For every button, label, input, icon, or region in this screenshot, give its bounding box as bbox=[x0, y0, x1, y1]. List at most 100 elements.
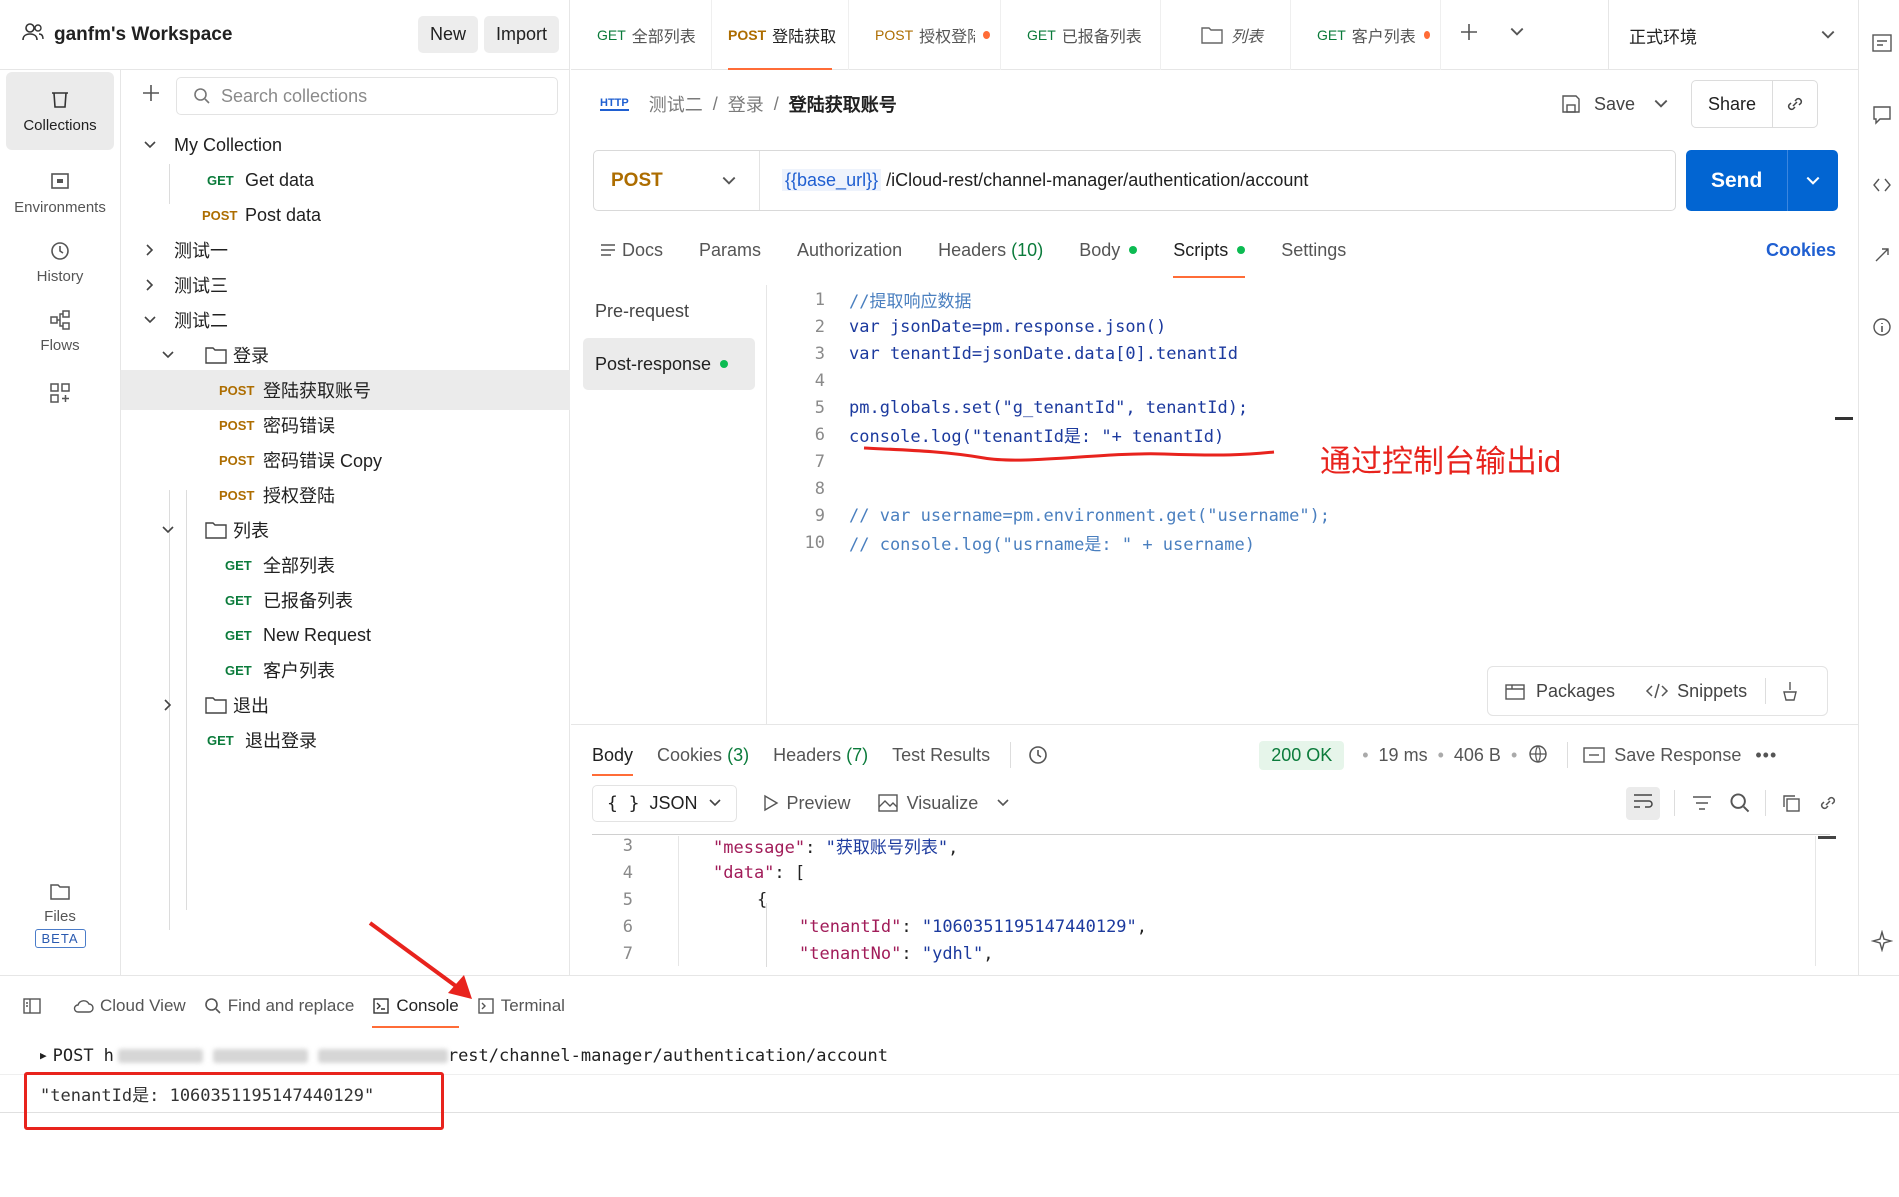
tree-folder-3[interactable]: 测试三 bbox=[121, 265, 570, 305]
link-icon[interactable] bbox=[1818, 793, 1838, 813]
resp-tab-body[interactable]: Body bbox=[592, 745, 634, 776]
rail-environments[interactable]: Environments bbox=[6, 154, 114, 232]
breadcrumb-item[interactable]: 测试二 bbox=[649, 91, 703, 117]
send-button[interactable]: Send bbox=[1686, 150, 1838, 211]
tab-label: Cookies bbox=[657, 744, 723, 765]
method-select[interactable]: POST bbox=[594, 151, 760, 210]
resp-tab-tests[interactable]: Test Results bbox=[892, 745, 990, 766]
tree-folder-2[interactable]: 测试二 bbox=[121, 300, 570, 340]
add-collection-icon[interactable] bbox=[141, 83, 161, 108]
json-key: "message" bbox=[713, 838, 806, 858]
tab-request-active[interactable]: POST 登陆获取 bbox=[712, 0, 849, 70]
tree-list-req-1[interactable]: GET 全部列表 bbox=[121, 545, 570, 585]
format-select[interactable]: { } JSON bbox=[592, 784, 737, 822]
rail-collections[interactable]: Collections bbox=[6, 72, 114, 150]
code-icon[interactable] bbox=[1871, 32, 1893, 54]
visualize-button[interactable]: Visualize bbox=[907, 793, 979, 814]
rail-history[interactable]: History bbox=[6, 223, 114, 301]
chevron-down-icon bbox=[144, 141, 156, 149]
tree-login-req-3[interactable]: POST 密码错误 Copy bbox=[121, 440, 570, 480]
tree-get-data[interactable]: GET Get data bbox=[121, 160, 570, 200]
response-size[interactable]: 406 B bbox=[1454, 745, 1501, 766]
import-button[interactable]: Import bbox=[483, 16, 559, 53]
cloud-view-button[interactable]: Cloud View bbox=[72, 976, 186, 1036]
find-replace-button[interactable]: Find and replace bbox=[204, 976, 354, 1036]
tab-method: GET bbox=[1027, 26, 1056, 43]
tab-headers[interactable]: Headers (10) bbox=[938, 230, 1043, 270]
code-snippet-icon[interactable] bbox=[1871, 174, 1893, 196]
console-request-row[interactable]: ▶ POST h rest/channel-manager/authentica… bbox=[0, 1037, 1899, 1075]
response-body[interactable]: 3 "message": "获取账号列表", 4 "data": [ 5 { 6 "te… bbox=[592, 832, 1822, 972]
response-time[interactable]: 19 ms bbox=[1379, 745, 1428, 766]
terminal-button[interactable]: Terminal bbox=[477, 976, 565, 1036]
tree-login-req-2[interactable]: POST 密码错误 bbox=[121, 405, 570, 445]
tree-logout-req[interactable]: GET 退出登录 bbox=[121, 720, 570, 760]
tree-list-req-4[interactable]: GET 客户列表 bbox=[121, 650, 570, 690]
tree-login-req-1[interactable]: POST 登陆获取账号 bbox=[121, 370, 570, 410]
save-button[interactable]: Save bbox=[1594, 94, 1635, 115]
tree-logout-folder[interactable]: 退出 bbox=[121, 685, 570, 725]
related-icon[interactable] bbox=[1871, 244, 1893, 266]
comments-icon[interactable] bbox=[1871, 104, 1893, 126]
packages-button[interactable]: Packages bbox=[1536, 681, 1615, 702]
tab-params[interactable]: Params bbox=[699, 230, 761, 270]
save-response-button[interactable]: Save Response bbox=[1614, 745, 1741, 766]
info-icon[interactable] bbox=[1871, 316, 1893, 338]
tab-authorization[interactable]: Authorization bbox=[797, 230, 902, 270]
rail-apps[interactable] bbox=[6, 370, 114, 422]
tree-login-req-4[interactable]: POST 授权登陆 bbox=[121, 475, 570, 515]
tree-list-req-2[interactable]: GET 已报备列表 bbox=[121, 580, 570, 620]
environment-selector[interactable]: 正式环境 bbox=[1608, 0, 1858, 70]
breadcrumb-item[interactable]: 登录 bbox=[728, 91, 764, 117]
workspace-title[interactable]: ganfm's Workspace bbox=[54, 24, 412, 46]
save-dropdown-icon[interactable] bbox=[1653, 96, 1669, 112]
tree-list-req-3[interactable]: GET New Request bbox=[121, 615, 570, 655]
tab-body[interactable]: Body bbox=[1079, 230, 1138, 270]
chevron-down-icon[interactable] bbox=[996, 796, 1010, 810]
rail-files[interactable]: Files BETA bbox=[6, 865, 114, 965]
rail-flows[interactable]: Flows bbox=[6, 292, 114, 370]
clean-icon[interactable] bbox=[1778, 680, 1800, 702]
resp-tab-headers[interactable]: Headers (7) bbox=[773, 745, 868, 766]
more-options-icon[interactable]: ••• bbox=[1755, 745, 1777, 766]
tree-post-data[interactable]: POST Post data bbox=[121, 195, 570, 235]
tabs-dropdown-icon[interactable] bbox=[1509, 24, 1525, 45]
script-editor[interactable]: 1 //提取响应数据 2 var jsonDate=pm.response.json… bbox=[767, 286, 1842, 556]
status-badge[interactable]: 200 OK bbox=[1259, 740, 1345, 770]
link-icon[interactable] bbox=[1785, 94, 1805, 114]
search-input[interactable]: Search collections bbox=[176, 77, 558, 115]
tree-my-collection[interactable]: My Collection bbox=[121, 125, 570, 165]
tree-login-folder[interactable]: 登录 bbox=[121, 335, 570, 375]
wrap-lines-icon[interactable] bbox=[1626, 786, 1660, 820]
search-icon[interactable] bbox=[1729, 792, 1751, 814]
tree-folder-1[interactable]: 测试一 bbox=[121, 230, 570, 270]
tab-request[interactable]: GET 全部列表 bbox=[571, 0, 712, 70]
cookies-link[interactable]: Cookies bbox=[1766, 240, 1836, 261]
send-dropdown-icon[interactable] bbox=[1805, 173, 1821, 189]
new-tab-icon[interactable] bbox=[1459, 22, 1479, 47]
breadcrumb-current[interactable]: 登陆获取账号 bbox=[789, 91, 897, 117]
new-button[interactable]: New bbox=[417, 16, 478, 53]
copy-icon[interactable] bbox=[1780, 792, 1802, 814]
tab-request[interactable]: GET 已报备列表 bbox=[1001, 0, 1161, 70]
ai-sparkle-icon[interactable] bbox=[1871, 930, 1893, 952]
filter-icon[interactable] bbox=[1691, 793, 1713, 813]
tab-settings[interactable]: Settings bbox=[1281, 230, 1346, 270]
resp-tab-cookies[interactable]: Cookies (3) bbox=[657, 745, 749, 766]
tree-list-folder[interactable]: 列表 bbox=[121, 510, 570, 550]
tab-folder[interactable]: 列表 bbox=[1161, 0, 1291, 70]
preview-button[interactable]: Preview bbox=[787, 793, 851, 814]
json-punct: : [ bbox=[774, 862, 806, 883]
sidebar-toggle-icon[interactable] bbox=[22, 997, 42, 1015]
tab-scripts[interactable]: Scripts bbox=[1173, 230, 1246, 278]
history-icon[interactable] bbox=[1027, 744, 1049, 766]
tab-docs[interactable]: Docs bbox=[600, 230, 663, 270]
snippets-button[interactable]: Snippets bbox=[1677, 681, 1747, 702]
url-input[interactable]: {{base_url}} /iCloud-rest/channel-manage… bbox=[760, 169, 1308, 191]
network-globe-icon[interactable] bbox=[1527, 743, 1551, 767]
tab-request[interactable]: GET 客户列表 bbox=[1291, 0, 1441, 70]
share-button[interactable]: Share bbox=[1692, 81, 1774, 127]
tab-request[interactable]: POST 授权登陆 bbox=[849, 0, 1001, 70]
post-response-tab[interactable]: Post-response bbox=[583, 338, 755, 390]
pre-request-tab[interactable]: Pre-request bbox=[583, 285, 755, 337]
